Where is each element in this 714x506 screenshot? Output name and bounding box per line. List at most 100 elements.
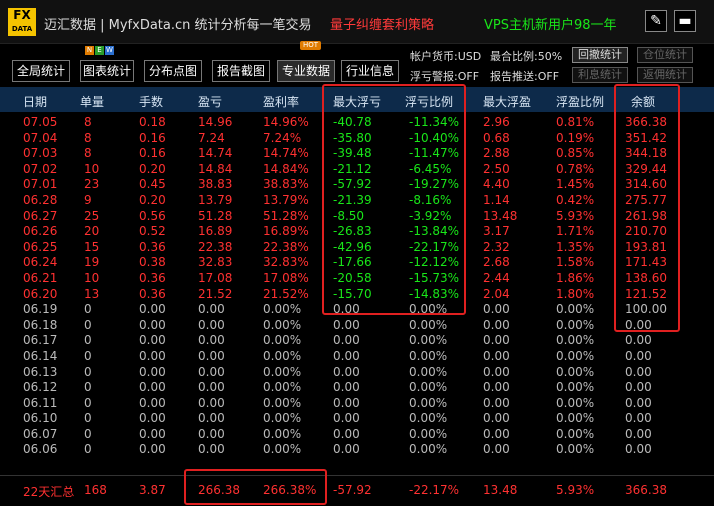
row-max-float-loss: 0.00 <box>333 442 360 457</box>
row-profit-rate: 0.00% <box>263 364 302 379</box>
column-header-date[interactable]: 日期 <box>23 93 47 110</box>
table-row[interactable]: 06.06 0 0.00 0.00 0.00% 0.00 0.00% 0.00 0.00% 0.0… <box>0 442 714 458</box>
row-lots: 0.38 <box>139 255 166 270</box>
table-row[interactable]: 06.14 0 0.00 0.00 0.00% 0.00 0.00% 0.00 0.00% 0.0… <box>0 349 714 365</box>
row-lots: 0.36 <box>139 239 166 254</box>
row-float-profit-ratio: 0.42% <box>556 192 595 207</box>
table-row[interactable]: 06.28 9 0.20 13.79 13.79% -21.39 -8.16% 1.14 0.4… <box>0 193 714 209</box>
column-header-float-profit-ratio[interactable]: 浮盈比例 <box>556 93 604 110</box>
row-date: 06.21 <box>23 270 58 285</box>
column-header-float-loss-ratio[interactable]: 浮亏比例 <box>405 93 453 110</box>
row-date: 06.07 <box>23 426 58 441</box>
row-profit: 7.24 <box>198 130 225 145</box>
row-balance: 329.44 <box>625 161 667 176</box>
row-balance: 100.00 <box>625 302 667 317</box>
table-row[interactable]: 06.10 0 0.00 0.00 0.00% 0.00 0.00% 0.00 0.00% 0.0… <box>0 411 714 427</box>
promo-link-strategy[interactable]: 量子纠缠套利策略 <box>330 14 434 33</box>
row-float-profit-ratio: 0.19% <box>556 130 595 145</box>
row-lots: 0.16 <box>139 130 166 145</box>
table-row[interactable]: 06.21 10 0.36 17.08 17.08% -20.58 -15.73% 2.44 1… <box>0 271 714 287</box>
table-row[interactable]: 06.20 13 0.36 21.52 21.52% -15.70 -14.83% 2.04 1… <box>0 287 714 303</box>
promo-link-vps[interactable]: VPS主机新用户98一年 <box>484 14 617 33</box>
column-header-profit[interactable]: 盈亏 <box>198 93 222 110</box>
row-profit-rate: 0.00% <box>263 395 302 410</box>
row-max-float-loss: -17.66 <box>333 255 372 270</box>
row-max-float-profit: 0.68 <box>483 130 510 145</box>
table-row[interactable]: 07.04 8 0.16 7.24 7.24% -35.80 -10.40% 0.68 0.19… <box>0 131 714 147</box>
column-header-orders[interactable]: 单量 <box>80 93 104 110</box>
row-orders: 0 <box>84 442 92 457</box>
column-header-max-float-loss[interactable]: 最大浮亏 <box>333 93 381 110</box>
distribution-chart-button[interactable]: 分布点图 <box>144 60 202 82</box>
row-float-profit-ratio: 0.00% <box>556 302 595 317</box>
row-profit-rate: 38.83% <box>263 177 309 192</box>
table-row[interactable]: 06.25 15 0.36 22.38 22.38% -42.96 -22.17% 2.32 1… <box>0 240 714 256</box>
row-profit: 0.00 <box>198 317 225 332</box>
industry-info-button[interactable]: 行业信息 <box>341 60 399 82</box>
row-balance: 0.00 <box>625 411 652 426</box>
column-header-profit-rate[interactable]: 盈利率 <box>263 93 299 110</box>
row-max-float-loss: -15.70 <box>333 286 372 301</box>
row-date: 06.13 <box>23 364 58 379</box>
row-orders: 19 <box>84 255 100 270</box>
edit-icon[interactable]: ✎ <box>645 10 667 32</box>
table-row[interactable]: 06.18 0 0.00 0.00 0.00% 0.00 0.00% 0.00 0.00% 0.0… <box>0 318 714 334</box>
app-title: 迈汇数据 | MyfxData.cn 统计分析每一笔交易 <box>44 18 312 33</box>
row-lots: 0.36 <box>139 286 166 301</box>
row-float-profit-ratio: 0.00% <box>556 380 595 395</box>
row-orders: 10 <box>84 270 100 285</box>
column-header-lots[interactable]: 手数 <box>139 93 163 110</box>
row-profit-rate: 16.89% <box>263 224 309 239</box>
row-profit-rate: 51.28% <box>263 208 309 223</box>
row-profit-rate: 0.00% <box>263 380 302 395</box>
table-row[interactable]: 07.02 10 0.20 14.84 14.84% -21.12 -6.45% 2.50 0.… <box>0 162 714 178</box>
table-row[interactable]: 06.11 0 0.00 0.00 0.00% 0.00 0.00% 0.00 0.00% 0.0… <box>0 396 714 412</box>
new-badge: NEW <box>85 46 115 55</box>
row-date: 06.14 <box>23 348 58 363</box>
row-profit-rate: 0.00% <box>263 348 302 363</box>
minimize-icon[interactable]: ▬ <box>674 10 696 32</box>
row-profit: 0.00 <box>198 411 225 426</box>
table-row[interactable]: 07.05 8 0.18 14.96 14.96% -40.78 -11.34% 2.96 0.… <box>0 115 714 131</box>
table-row[interactable]: 06.12 0 0.00 0.00 0.00% 0.00 0.00% 0.00 0.00% 0.0… <box>0 380 714 396</box>
row-profit: 22.38 <box>198 239 233 254</box>
hot-badge: HOT <box>300 41 322 50</box>
table-row[interactable]: 07.03 8 0.16 14.74 14.74% -39.48 -11.47% 2.88 0.… <box>0 146 714 162</box>
table-row[interactable]: 06.27 25 0.56 51.28 51.28% -8.50 -3.92% 13.48 5.… <box>0 209 714 225</box>
row-float-loss-ratio: -14.83% <box>409 286 460 301</box>
row-orders: 0 <box>84 302 92 317</box>
row-date: 06.17 <box>23 333 58 348</box>
column-header-balance[interactable]: 余额 <box>631 93 655 110</box>
row-max-float-profit: 2.44 <box>483 270 510 285</box>
chart-stats-button[interactable]: 图表统计 <box>80 60 134 82</box>
position-stats-button[interactable]: 仓位统计 <box>637 47 693 63</box>
app-logo: FX DATA <box>8 8 36 36</box>
row-max-float-profit: 0.00 <box>483 348 510 363</box>
row-date: 06.27 <box>23 208 58 223</box>
row-max-float-profit: 4.40 <box>483 177 510 192</box>
pro-data-button[interactable]: 专业数据 <box>277 60 335 82</box>
row-max-float-profit: 0.00 <box>483 411 510 426</box>
row-orders: 9 <box>84 192 92 207</box>
table-row[interactable]: 06.19 0 0.00 0.00 0.00% 0.00 0.00% 0.00 0.00% 100… <box>0 302 714 318</box>
table-row[interactable]: 07.01 23 0.45 38.83 38.83% -57.92 -19.27% 4.40 1… <box>0 177 714 193</box>
row-date: 07.01 <box>23 177 58 192</box>
row-date: 06.10 <box>23 411 58 426</box>
table-row[interactable]: 06.13 0 0.00 0.00 0.00% 0.00 0.00% 0.00 0.00% 0.0… <box>0 365 714 381</box>
row-balance: 261.98 <box>625 208 667 223</box>
drawdown-stats-button[interactable]: 回撤统计 <box>572 47 628 63</box>
row-float-loss-ratio: -11.47% <box>409 146 460 161</box>
table-row[interactable]: 06.24 19 0.38 32.83 32.83% -17.66 -12.12% 2.68 1… <box>0 255 714 271</box>
summary-max-float-profit: 13.48 <box>483 483 518 497</box>
table-row[interactable]: 06.17 0 0.00 0.00 0.00% 0.00 0.00% 0.00 0.00% 0.0… <box>0 333 714 349</box>
rebate-stats-button[interactable]: 返佣统计 <box>637 67 693 83</box>
row-profit: 0.00 <box>198 364 225 379</box>
row-float-profit-ratio: 1.71% <box>556 224 595 239</box>
column-header-max-float-profit[interactable]: 最大浮盈 <box>483 93 531 110</box>
report-screenshot-button[interactable]: 报告截图 <box>212 60 270 82</box>
interest-stats-button[interactable]: 利息统计 <box>572 67 628 83</box>
table-row[interactable]: 06.26 20 0.52 16.89 16.89% -26.83 -13.84% 3.17 1… <box>0 224 714 240</box>
row-date: 06.18 <box>23 317 58 332</box>
global-stats-button[interactable]: 全局统计 <box>12 60 70 82</box>
table-row[interactable]: 06.07 0 0.00 0.00 0.00% 0.00 0.00% 0.00 0.00% 0.0… <box>0 427 714 443</box>
